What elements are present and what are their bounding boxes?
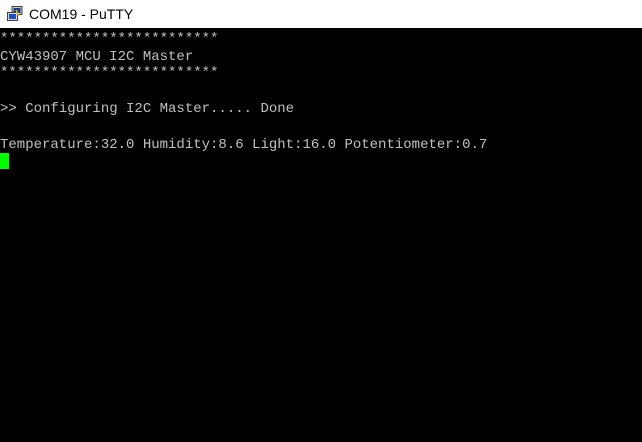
terminal-area[interactable]: ************************** CYW43907 MCU … bbox=[0, 28, 642, 442]
banner-border-top: ************************** bbox=[0, 31, 219, 47]
window-title: COM19 - PuTTY bbox=[29, 6, 134, 22]
putty-terminal-icon[interactable] bbox=[7, 6, 23, 22]
sensor-readings-line: Temperature:32.0 Humidity:8.6 Light:16.0… bbox=[0, 137, 488, 153]
title-bar[interactable]: COM19 - PuTTY bbox=[0, 0, 642, 28]
status-line: >> Configuring I2C Master..... Done bbox=[0, 101, 295, 117]
banner-border-bottom: ************************** bbox=[0, 65, 219, 81]
terminal-cursor bbox=[0, 153, 9, 169]
putty-window: COM19 - PuTTY **************************… bbox=[0, 0, 642, 442]
